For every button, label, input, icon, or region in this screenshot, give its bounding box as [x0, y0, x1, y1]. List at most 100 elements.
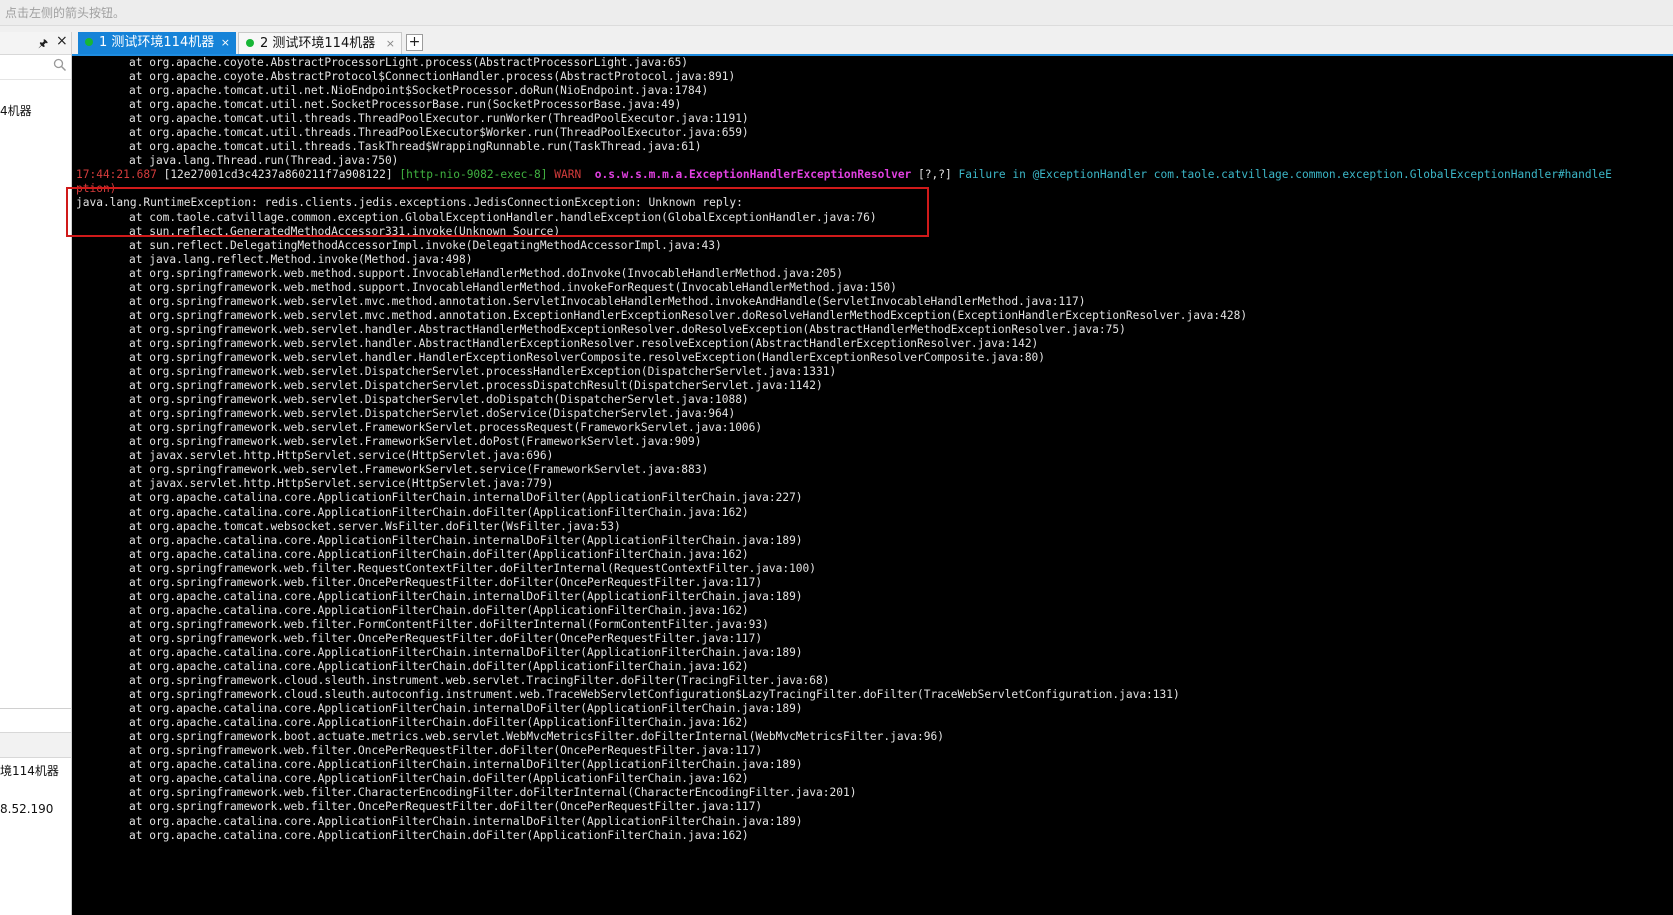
log-line-text: at org.apache.catalina.core.ApplicationF… [129, 505, 749, 519]
log-line: at org.springframework.web.filter.OncePe… [76, 800, 1612, 814]
log-continuation: ption) [76, 182, 117, 196]
log-line: at org.apache.catalina.core.ApplicationF… [76, 758, 1612, 772]
properties-panel-header [0, 732, 71, 758]
log-line-text: at org.springframework.web.servlet.mvc.m… [129, 308, 1248, 322]
sidebar-header: 🖈 × [0, 32, 71, 55]
log-line: at org.apache.catalina.core.ApplicationF… [76, 815, 1612, 829]
log-line: at org.apache.tomcat.util.threads.Thread… [76, 112, 1612, 126]
log-line-text: at java.lang.reflect.Method.invoke(Metho… [129, 252, 473, 266]
log-line: at org.apache.catalina.core.ApplicationF… [76, 604, 1612, 618]
log-line: at org.springframework.web.servlet.mvc.m… [76, 309, 1612, 323]
session-name-value: 境114机器 [0, 764, 59, 778]
log-line: at org.springframework.web.filter.FormCo… [76, 618, 1612, 632]
log-line-text: at org.springframework.web.servlet.handl… [129, 350, 1046, 364]
log-trace-id: [12e27001cd3c4237a860211f7a908122] [163, 168, 393, 182]
log-line-text: at org.apache.catalina.core.ApplicationF… [129, 547, 749, 561]
warn-log-line: 17:44:21.687 [12e27001cd3c4237a860211f7a… [76, 168, 1612, 182]
log-line-text: at org.apache.catalina.core.ApplicationF… [129, 603, 749, 617]
log-line-text: at org.apache.catalina.core.ApplicationF… [129, 772, 749, 786]
log-line-text: at org.apache.tomcat.util.threads.Thread… [129, 112, 749, 126]
log-line: at org.springframework.web.method.suppor… [76, 267, 1612, 281]
log-line-text: at sun.reflect.GeneratedMethodAccessor33… [129, 224, 561, 238]
log-line-text: at org.springframework.web.servlet.Frame… [129, 463, 709, 477]
log-line: at org.apache.catalina.core.ApplicationF… [76, 716, 1612, 730]
sidebar-divider [0, 708, 71, 709]
log-line-text: at org.springframework.web.filter.OncePe… [129, 800, 763, 814]
terminal-output[interactable]: at org.apache.coyote.AbstractProcessorLi… [72, 56, 1673, 915]
tab-label: 2 测试环境114机器 [260, 36, 376, 51]
log-line: at org.springframework.web.servlet.Dispa… [76, 393, 1612, 407]
log-line: at org.apache.tomcat.util.threads.TaskTh… [76, 140, 1612, 154]
session-sidebar: 🖈 × 4机器 境114机器 8.52.190 [0, 32, 72, 915]
log-line: at org.springframework.web.method.suppor… [76, 281, 1612, 295]
log-level: WARN [554, 168, 582, 182]
log-line-text: at org.springframework.web.filter.Reques… [129, 561, 817, 575]
log-line-text: at org.springframework.web.servlet.Dispa… [129, 393, 749, 407]
log-line-text: at org.springframework.web.filter.OncePe… [129, 631, 763, 645]
log-line: at org.apache.catalina.core.ApplicationF… [76, 506, 1612, 520]
pin-icon[interactable]: 🖈 [38, 35, 48, 54]
log-line: at org.springframework.cloud.sleuth.auto… [76, 688, 1612, 702]
log-line: at org.springframework.web.filter.OncePe… [76, 576, 1612, 590]
log-line-text: at org.springframework.web.servlet.Dispa… [129, 365, 837, 379]
log-line-text: at org.springframework.web.method.suppor… [129, 266, 843, 280]
log-line-text: at org.springframework.web.filter.OncePe… [129, 575, 763, 589]
status-dot-icon [85, 38, 93, 46]
status-dot-icon [246, 39, 254, 47]
log-line: at org.springframework.cloud.sleuth.inst… [76, 674, 1612, 688]
log-line: at java.lang.Thread.run(Thread.java:750) [76, 154, 1612, 168]
terminal-lines: at org.apache.coyote.AbstractProcessorLi… [76, 56, 1612, 843]
log-line-text: at org.apache.catalina.core.ApplicationF… [129, 533, 803, 547]
log-line-text: at com.taole.catvillage.common.exception… [129, 210, 877, 224]
log-line: at org.springframework.boot.actuate.metr… [76, 730, 1612, 744]
hint-bar: 点击左侧的箭头按钮。 [0, 0, 1673, 26]
log-line: at javax.servlet.http.HttpServlet.servic… [76, 449, 1612, 463]
log-line: at org.apache.catalina.core.ApplicationF… [76, 534, 1612, 548]
log-line-text: at org.apache.catalina.core.ApplicationF… [129, 828, 749, 842]
log-line: at org.apache.catalina.core.ApplicationF… [76, 590, 1612, 604]
log-line: at org.apache.tomcat.util.net.SocketProc… [76, 98, 1612, 112]
log-line: at org.springframework.web.servlet.Dispa… [76, 365, 1612, 379]
log-line-text: at org.apache.catalina.core.ApplicationF… [129, 589, 803, 603]
log-line: at org.springframework.web.filter.OncePe… [76, 744, 1612, 758]
tab-session-2[interactable]: 2 测试环境114机器 × [238, 32, 402, 54]
log-line: at sun.reflect.GeneratedMethodAccessor33… [76, 225, 1612, 239]
sidebar-search[interactable] [0, 55, 71, 80]
add-tab-button[interactable]: + [406, 34, 423, 51]
hint-text: 点击左侧的箭头按钮。 [5, 6, 126, 20]
log-line: at org.apache.catalina.core.ApplicationF… [76, 491, 1612, 505]
tab-close-icon[interactable]: × [386, 33, 395, 55]
log-line: at org.springframework.web.servlet.Frame… [76, 463, 1612, 477]
log-line-text: at org.apache.catalina.core.ApplicationF… [129, 645, 803, 659]
log-line-text: at org.springframework.web.filter.Charac… [129, 786, 857, 800]
log-marker: [?,?] [918, 168, 952, 182]
search-icon[interactable] [53, 58, 67, 72]
log-line: at org.springframework.web.servlet.handl… [76, 351, 1612, 365]
log-line-text: at org.apache.catalina.core.ApplicationF… [129, 814, 803, 828]
log-line: at org.springframework.web.servlet.handl… [76, 323, 1612, 337]
log-line-text: at org.springframework.boot.actuate.metr… [129, 730, 944, 744]
log-line: at sun.reflect.DelegatingMethodAccessorI… [76, 239, 1612, 253]
session-tree-item[interactable]: 4机器 [0, 102, 32, 119]
log-line-text: at org.springframework.web.servlet.handl… [129, 336, 1039, 350]
tab-close-icon[interactable]: × [221, 32, 230, 54]
log-line-text: at org.apache.tomcat.websocket.server.Ws… [129, 519, 621, 533]
log-line-text: at org.springframework.web.filter.OncePe… [129, 744, 763, 758]
log-time: 17:44:21.687 [76, 168, 157, 182]
log-thread: [http-nio-9082-exec-8] [399, 168, 548, 182]
log-line: at com.taole.catvillage.common.exception… [76, 211, 1612, 225]
log-line-text: at sun.reflect.DelegatingMethodAccessorI… [129, 238, 722, 252]
log-line-text: at org.apache.catalina.core.ApplicationF… [129, 716, 749, 730]
log-line: at org.apache.catalina.core.ApplicationF… [76, 660, 1612, 674]
close-icon[interactable]: × [56, 33, 68, 49]
log-line-text: at org.apache.coyote.AbstractProcessorLi… [129, 56, 689, 69]
log-line-text: at org.springframework.cloud.sleuth.auto… [129, 688, 1180, 702]
log-line: at org.springframework.web.servlet.mvc.m… [76, 295, 1612, 309]
tab-session-1[interactable]: 1 测试环境114机器 × [78, 32, 236, 54]
log-line-text: at org.springframework.web.filter.FormCo… [129, 617, 769, 631]
log-line: at org.apache.catalina.core.ApplicationF… [76, 772, 1612, 786]
log-line-text: at javax.servlet.http.HttpServlet.servic… [129, 477, 554, 491]
log-line: at org.apache.tomcat.util.threads.Thread… [76, 126, 1612, 140]
tab-bar: 1 测试环境114机器 × 2 测试环境114机器 × + [72, 32, 1673, 56]
log-line-text: at org.springframework.web.servlet.mvc.m… [129, 294, 1086, 308]
